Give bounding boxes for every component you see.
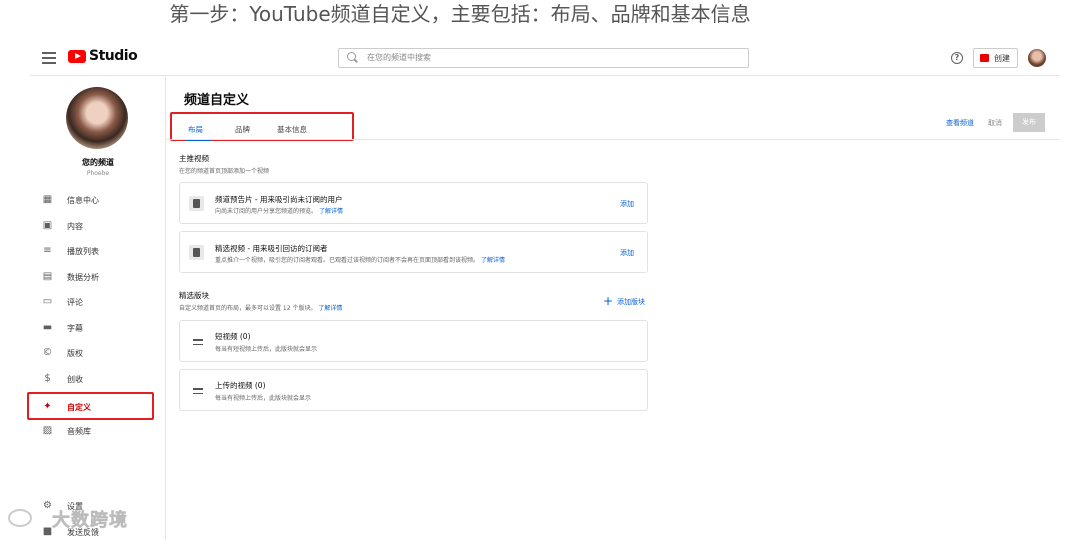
featured-sections-desc: 自定义频道首页的布局，最多可以设置 12 个版块。 了解详情	[179, 303, 342, 312]
card-title: 精选视频 - 用来吸引回访的订阅者	[215, 244, 328, 253]
card-title: 频道预告片 - 用来吸引尚未订阅的用户	[215, 195, 343, 204]
sidebar-item-content[interactable]: ▣ 内容	[30, 213, 166, 239]
publish-button[interactable]: 发布	[1013, 113, 1045, 132]
add-section-label: 添加版块	[617, 298, 645, 306]
sidebar-item-subtitles[interactable]: ▬ 字幕	[30, 315, 166, 341]
sidebar-item-label: 评论	[67, 298, 83, 307]
top-bar: Studio 在您的频道中搜索 ? 创建	[30, 42, 1060, 76]
add-featured-button[interactable]: 添加	[620, 248, 634, 258]
sidebar-item-label: 内容	[67, 222, 83, 231]
create-button[interactable]: 创建	[973, 48, 1018, 68]
watermark-text: 大数跨境	[52, 510, 128, 532]
audio-library-icon: ▨	[42, 425, 53, 436]
card-desc-text: 向尚未订阅的用户分享您频道的预览。	[215, 208, 318, 215]
sections-desc-text: 自定义频道首页的布局，最多可以设置 12 个版块。	[179, 305, 317, 312]
drag-handle-icon[interactable]	[193, 339, 203, 348]
uploads-section-card[interactable]: 上传的视频 (0) 每当有视频上传后，此版块就会显示	[179, 369, 648, 411]
card-desc-text: 重点推介一个视频，吸引您的订阅者观看。已观看过该视频的订阅者不会再在页面顶部看到…	[215, 257, 480, 264]
studio-logo-text[interactable]: Studio	[89, 48, 138, 64]
channel-trailer-card: 频道预告片 - 用来吸引尚未订阅的用户 向尚未订阅的用户分享您频道的预览。 了解…	[179, 182, 648, 224]
drag-handle-icon[interactable]	[193, 388, 203, 397]
dashboard-icon: ▦	[42, 194, 53, 205]
add-trailer-button[interactable]: 添加	[620, 199, 634, 209]
channel-avatar[interactable]	[66, 87, 128, 149]
featured-sections-title: 精选版块	[179, 291, 209, 300]
header-divider	[166, 139, 1060, 140]
copyright-icon: ©	[42, 347, 53, 358]
card-desc: 重点推介一个视频，吸引您的订阅者观看。已观看过该视频的订阅者不会再在页面顶部看到…	[215, 255, 505, 264]
featured-video-desc: 在您的频道首页顶部添加一个视频	[179, 168, 270, 175]
featured-video-card: 精选视频 - 用来吸引回访的订阅者 重点推介一个视频，吸引您的订阅者观看。已观看…	[179, 231, 648, 273]
sidebar-item-label: 数据分析	[67, 273, 99, 282]
card-desc: 向尚未订阅的用户分享您频道的预览。 了解详情	[215, 206, 343, 215]
sidebar-item-copyright[interactable]: © 版权	[30, 340, 166, 366]
featured-video-title: 主推视频	[179, 154, 209, 163]
sidebar-item-label: 字幕	[67, 324, 83, 333]
sidebar-item-label: 音频库	[67, 427, 91, 436]
sidebar-item-comments[interactable]: ▭ 评论	[30, 289, 166, 315]
tab-layout[interactable]: 布局	[188, 124, 203, 135]
analytics-icon: ▤	[42, 271, 53, 282]
subtitles-icon: ▬	[42, 322, 53, 333]
learn-more-link[interactable]: 了解详情	[319, 208, 343, 215]
sidebar-item-monetization[interactable]: $ 创收	[30, 366, 166, 392]
sidebar-item-label: 创收	[67, 375, 83, 384]
card-title: 短视频 (0)	[215, 332, 251, 341]
sidebar-item-label: 版权	[67, 349, 83, 358]
sidebar-item-dashboard[interactable]: ▦ 信息中心	[30, 187, 166, 213]
sidebar-item-audio-library[interactable]: ▨ 音频库	[30, 418, 166, 444]
tab-branding[interactable]: 品牌	[235, 124, 250, 135]
content-icon: ▣	[42, 220, 53, 231]
video-icon	[189, 245, 204, 260]
account-avatar[interactable]	[1028, 49, 1046, 67]
comments-icon: ▭	[42, 296, 53, 307]
youtube-logo-icon[interactable]	[68, 50, 86, 63]
film-icon	[189, 196, 204, 211]
learn-more-link[interactable]: 了解详情	[318, 305, 342, 312]
sidebar-item-customization[interactable]: ✦ 自定义	[27, 392, 154, 420]
view-channel-button[interactable]: 查看频道	[946, 118, 974, 128]
learn-more-link[interactable]: 了解详情	[481, 257, 505, 264]
plus-icon: +	[603, 294, 614, 308]
playlist-icon: ≡	[43, 245, 52, 256]
search-icon	[347, 52, 356, 61]
sidebar-item-analytics[interactable]: ▤ 数据分析	[30, 264, 166, 290]
search-placeholder: 在您的频道中搜索	[367, 53, 431, 62]
sidebar-item-label: 信息中心	[67, 196, 99, 205]
create-label: 创建	[994, 54, 1010, 63]
help-icon[interactable]: ?	[951, 52, 963, 64]
tab-basic-info[interactable]: 基本信息	[277, 124, 307, 135]
channel-handle: Phoebe	[86, 170, 110, 177]
shorts-section-card[interactable]: 短视频 (0) 每当有短视频上传后，此版块就会显示	[179, 320, 648, 362]
video-camera-icon	[980, 54, 989, 62]
channel-name: 您的频道	[82, 158, 114, 167]
card-title: 上传的视频 (0)	[215, 381, 266, 390]
tab-bar: 布局 品牌 基本信息	[170, 112, 354, 141]
sidebar-item-label: 自定义	[67, 403, 91, 412]
customization-icon: ✦	[43, 401, 52, 412]
page-caption: 第一步：YouTube频道自定义，主要包括：布局、品牌和基本信息	[169, 2, 751, 26]
monetization-icon: $	[44, 373, 51, 384]
add-section-button[interactable]: + 添加版块	[603, 294, 645, 308]
menu-icon[interactable]	[42, 52, 56, 64]
card-desc: 每当有短视频上传后，此版块就会显示	[215, 346, 318, 353]
search-input[interactable]: 在您的频道中搜索	[338, 48, 749, 68]
cancel-button[interactable]: 取消	[988, 118, 1002, 128]
sidebar-item-label: 播放列表	[67, 247, 99, 256]
card-desc: 每当有视频上传后，此版块就会显示	[215, 395, 312, 402]
page-title: 频道自定义	[184, 93, 250, 108]
sidebar-item-playlists[interactable]: ≡ 播放列表	[30, 238, 166, 264]
watermark-logo	[8, 509, 32, 527]
main-panel: 频道自定义 布局 品牌 基本信息 查看频道 取消 发布 主推视频 在您的频道首页…	[166, 77, 1060, 539]
sidebar: 您的频道 Phoebe ▦ 信息中心 ▣ 内容 ≡ 播放列表 ▤ 数据分析 ▭ …	[27, 77, 166, 539]
